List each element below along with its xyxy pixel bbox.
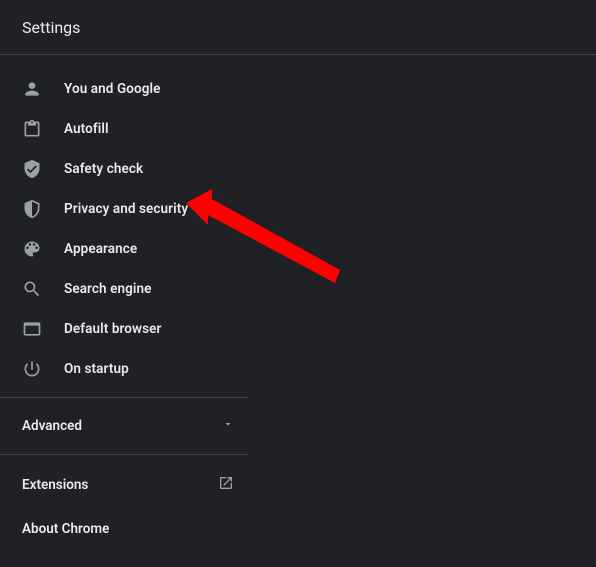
sidebar-item-label: You and Google (64, 81, 160, 97)
sidebar-item-label: Safety check (64, 161, 143, 177)
settings-header: Settings (0, 0, 596, 55)
sidebar-item-you-and-google[interactable]: You and Google (0, 69, 256, 109)
advanced-label: Advanced (22, 418, 82, 434)
extensions-label: Extensions (22, 477, 88, 493)
sidebar-item-label: Default browser (64, 321, 161, 337)
divider (0, 397, 248, 398)
sidebar-item-label: On startup (64, 361, 129, 377)
sidebar-item-extensions[interactable]: Extensions (0, 463, 256, 507)
sidebar-item-on-startup[interactable]: On startup (0, 349, 256, 389)
person-icon (22, 79, 42, 99)
sidebar-item-search-engine[interactable]: Search engine (0, 269, 256, 309)
sidebar-item-default-browser[interactable]: Default browser (0, 309, 256, 349)
browser-icon (22, 319, 42, 339)
sidebar-item-label: Privacy and security (64, 201, 188, 217)
sidebar-item-privacy-security[interactable]: Privacy and security (0, 189, 256, 229)
sidebar-item-safety-check[interactable]: Safety check (0, 149, 256, 189)
shield-check-icon (22, 159, 42, 179)
settings-sidebar: You and Google Autofill Safety check Pri… (0, 55, 256, 551)
open-external-icon (218, 475, 234, 495)
sidebar-item-label: Search engine (64, 281, 152, 297)
palette-icon (22, 239, 42, 259)
clipboard-icon (22, 119, 42, 139)
shield-icon (22, 199, 42, 219)
about-label: About Chrome (22, 521, 109, 537)
chevron-down-icon (222, 418, 234, 434)
sidebar-item-appearance[interactable]: Appearance (0, 229, 256, 269)
sidebar-item-label: Autofill (64, 121, 109, 137)
power-icon (22, 359, 42, 379)
sidebar-item-advanced[interactable]: Advanced (0, 406, 256, 446)
divider (0, 454, 248, 455)
page-title: Settings (22, 18, 80, 37)
sidebar-item-label: Appearance (64, 241, 137, 257)
sidebar-item-autofill[interactable]: Autofill (0, 109, 256, 149)
search-icon (22, 279, 42, 299)
sidebar-item-about-chrome[interactable]: About Chrome (0, 507, 256, 551)
